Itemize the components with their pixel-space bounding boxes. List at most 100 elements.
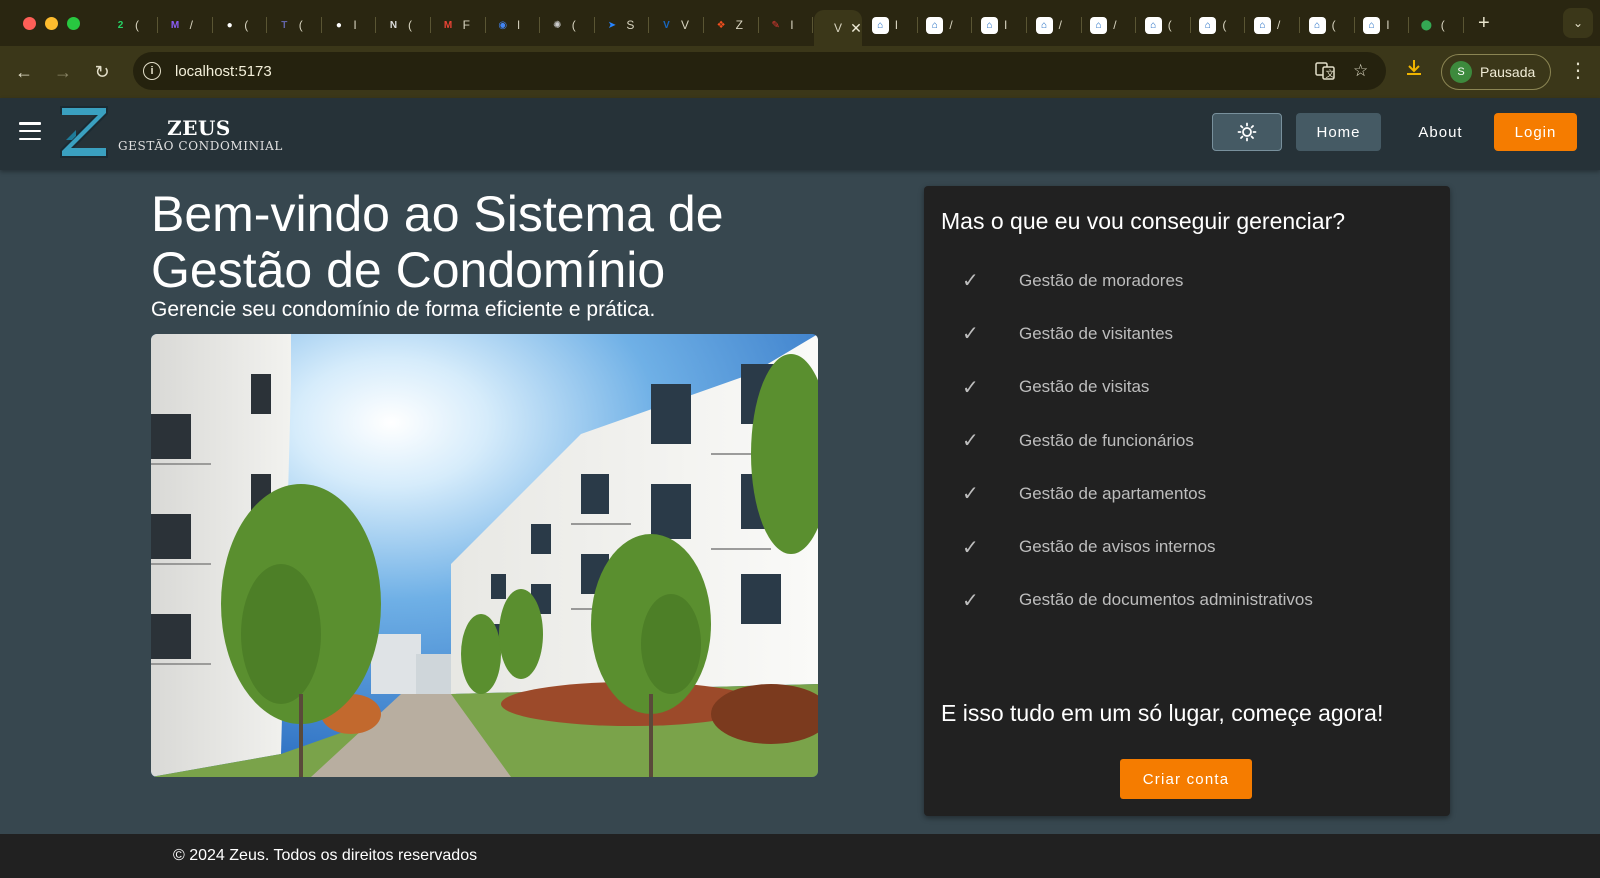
browser-tab[interactable]: ✺( (541, 10, 595, 40)
maps-icon: ⬤ (1420, 19, 1432, 31)
create-account-button[interactable]: Criar conta (1120, 759, 1252, 799)
feature-label: Gestão de funcionários (1019, 430, 1194, 450)
site-info-icon[interactable]: i (143, 62, 161, 80)
browser-tab-label: I (353, 18, 357, 32)
browser-tab-label: ( (571, 18, 576, 32)
call-to-action-text: E isso tudo em um só lugar, começe agora… (941, 700, 1384, 726)
browser-tab[interactable]: ⌂ / (918, 10, 973, 40)
back-arrow-icon[interactable]: ← (12, 60, 36, 84)
browser-tab-label: / (189, 18, 193, 32)
reload-icon[interactable]: ↻ (90, 60, 114, 84)
github-icon: ● (335, 19, 342, 31)
browser-tab-label: ( (298, 18, 303, 32)
gmail-icon: M (443, 19, 453, 31)
browser-tab[interactable]: ◉ l (486, 10, 541, 40)
profile-button[interactable]: S Pausada (1441, 54, 1551, 90)
list-item: ✓ Gestão de moradores (924, 254, 1450, 307)
maximize-window-button[interactable] (67, 17, 80, 30)
browser-tab[interactable]: ⬤( (1410, 10, 1464, 40)
brand: ZEUS GESTÃO CONDOMINIAL (118, 116, 283, 153)
house-icon: ⌂ (1199, 16, 1217, 34)
house-icon: ⌂ (1090, 16, 1108, 34)
close-tab-icon[interactable]: ✕ (850, 20, 862, 37)
features-card: Mas o que eu vou conseguir gerenciar? ✓ G… (924, 186, 1450, 816)
check-icon: ✓ (962, 323, 979, 346)
browser-tab[interactable]: ✎ I (759, 10, 814, 40)
theme-toggle-button[interactable] (1212, 113, 1282, 151)
browser-tab-label: ( (135, 18, 139, 32)
feature-label: Gestão de moradores (1019, 270, 1184, 290)
feature-label: Gestão de documentos administrativos (1019, 590, 1313, 610)
browser-tab-label: ( (1167, 18, 1172, 32)
bookmark-star-icon[interactable]: ☆ (1353, 61, 1368, 81)
browser-tab-label: F (462, 18, 470, 32)
minimize-window-button[interactable] (45, 17, 58, 30)
house-icon: ⌂ (1308, 16, 1326, 34)
house-icon: ⌂ (981, 16, 998, 34)
browser-tab-label: I (1386, 18, 1390, 32)
browser-tab[interactable]: N( (377, 10, 431, 40)
translate-icon[interactable]: 文 (1315, 61, 1335, 86)
close-window-button[interactable] (23, 17, 36, 30)
features-card-title: Mas o que eu vou conseguir gerenciar? (941, 208, 1346, 234)
teams-icon: T (281, 19, 288, 31)
browser-tab[interactable]: ⌂ / (1028, 10, 1082, 40)
browser-tab[interactable]: V ✕ (813, 10, 862, 46)
browser-tab[interactable]: ● I (322, 10, 377, 40)
list-item: ✓ Gestão de documentos administrativos (924, 574, 1450, 627)
browser-tab[interactable]: 2( (104, 10, 158, 40)
menu-icon[interactable] (19, 122, 41, 140)
browser-tab[interactable]: ⌂( (1191, 10, 1246, 40)
browser-tab[interactable]: ⌂( (1137, 10, 1191, 40)
browser-tab-strip: 2(M / ●(T(● I N(M F ◉ l ✺(➤ S V V ❖ Z ✎ I V ✕ ⌂ I ⌂ / ⌂ I ⌂ / ⌂ / ⌂(… (0, 0, 1600, 46)
address-bar[interactable]: i localhost:5173 文 ☆ (133, 52, 1386, 90)
browser-tab[interactable]: VV (650, 10, 704, 40)
browser-tab[interactable]: ⌂( (1301, 10, 1355, 40)
download-icon[interactable] (1404, 58, 1424, 84)
app-root: ZEUS GESTÃO CONDOMINIAL Home About Login… (0, 98, 1600, 878)
login-button[interactable]: Login (1494, 113, 1577, 151)
tab-search-button[interactable]: ⌄ (1563, 8, 1593, 38)
feature-label: Gestão de visitantes (1019, 323, 1174, 343)
browser-tab[interactable]: ❖ Z (705, 10, 759, 40)
house-icon: ⌂ (926, 16, 944, 34)
forward-arrow-icon[interactable]: → (51, 60, 75, 84)
nav-about-button[interactable]: About (1398, 113, 1483, 151)
nav-home-button[interactable]: Home (1296, 113, 1381, 151)
browser-tab-label: ( (244, 18, 249, 32)
tab-separator (1462, 17, 1464, 33)
chrome-app-icon: ◉ (498, 19, 508, 31)
feature-list: ✓ Gestão de moradores ✓ Gestão de visitant… (924, 254, 1450, 627)
url-text[interactable]: localhost:5173 (175, 63, 272, 80)
vuetify-icon: V (663, 19, 670, 31)
feature-label: Gestão de visitas (1019, 377, 1150, 397)
brand-subtitle: GESTÃO CONDOMINIAL (118, 139, 283, 153)
browser-tab[interactable]: ➤ S (595, 10, 650, 40)
jira-icon: ➤ (607, 19, 617, 31)
profile-label: Pausada (1480, 64, 1536, 80)
browser-tab[interactable]: ⌂ I (973, 10, 1027, 40)
house-icon: ⌂ (1144, 16, 1162, 34)
zeus-logo[interactable] (58, 104, 110, 160)
check-icon: ✓ (962, 483, 979, 506)
vite-tab-icon (822, 20, 828, 37)
brand-name: ZEUS (167, 116, 231, 140)
openai-icon: ✺ (553, 19, 562, 31)
browser-tab[interactable]: MF (432, 10, 486, 40)
browser-tab[interactable]: ●( (213, 10, 268, 40)
new-tab-button[interactable]: + (1478, 12, 1490, 35)
browser-tab[interactable]: ⌂ I (1355, 10, 1410, 40)
github-icon: ● (226, 19, 233, 31)
browser-tab-label: / (949, 18, 953, 32)
browser-menu-icon[interactable]: ⋮ (1568, 58, 1588, 83)
list-item: ✓ Gestão de avisos internos (924, 520, 1450, 573)
check-icon: ✓ (962, 589, 979, 612)
house-icon: ⌂ (1254, 16, 1271, 34)
profile-avatar: S (1450, 61, 1472, 83)
hero-subtitle: Gerencie seu condomínio de forma eficien… (151, 298, 656, 321)
browser-tab[interactable]: ⌂ / (1246, 10, 1300, 40)
browser-tab[interactable]: T( (268, 10, 322, 40)
browser-tab[interactable]: M / (159, 10, 213, 40)
browser-tab[interactable]: ⌂ I (864, 10, 918, 40)
browser-tab[interactable]: ⌂ / (1082, 10, 1137, 40)
